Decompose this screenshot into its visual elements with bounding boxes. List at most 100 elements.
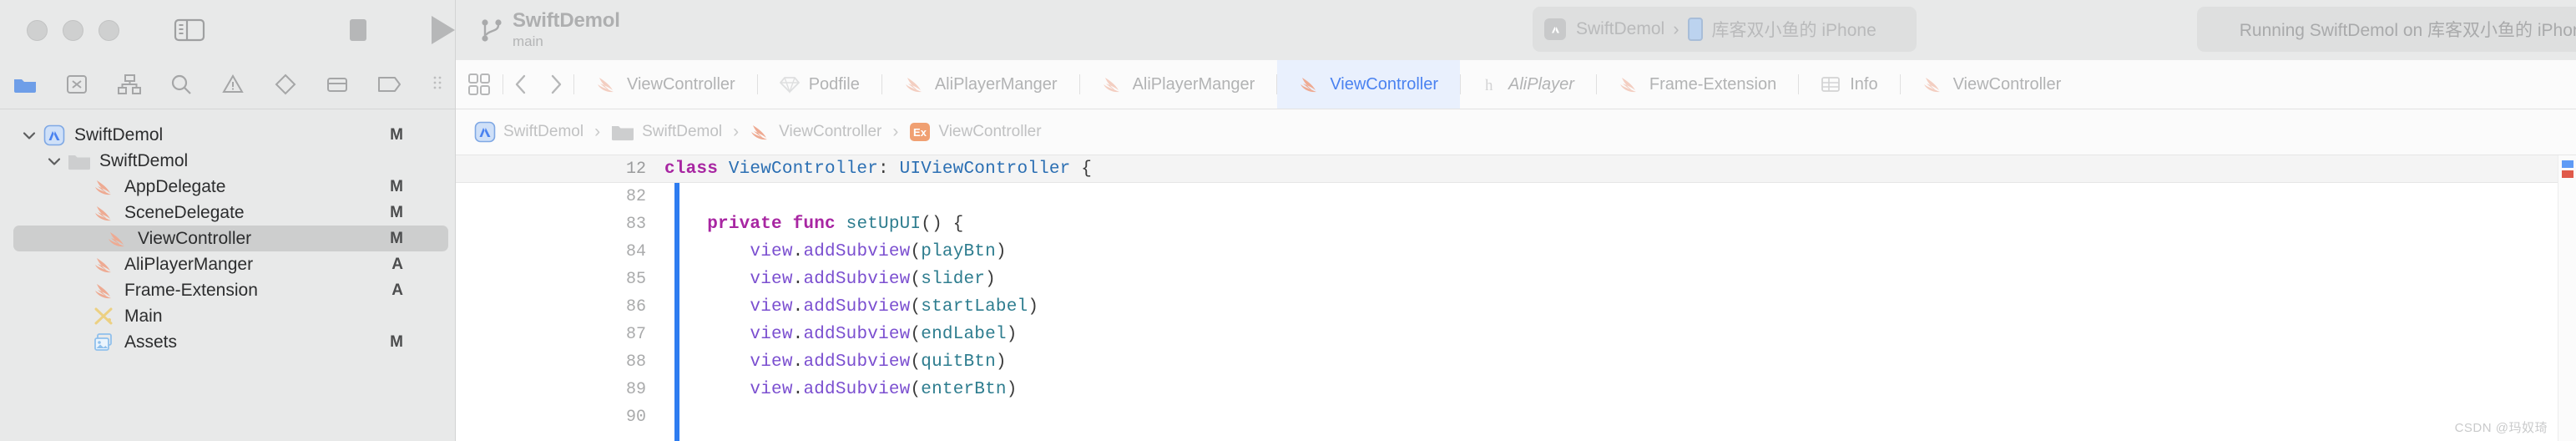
disclosure-triangle-icon[interactable] bbox=[43, 155, 65, 167]
activity-status-bar[interactable]: Running SwiftDemol on 库客双小鱼的 iPhone bbox=[2197, 7, 2576, 52]
editor-tab-aliplayer[interactable]: h AliPlayer bbox=[1461, 60, 1596, 109]
code-line[interactable]: 88 view.addSubview(quitBtn) bbox=[456, 348, 2576, 376]
navigator-item-swiftdemol[interactable]: SwiftDemol bbox=[0, 148, 455, 174]
code-line[interactable]: 87 view.addSubview(endLabel) bbox=[456, 321, 2576, 348]
breadcrumb-item[interactable]: SwiftDemol bbox=[474, 121, 583, 143]
folder-icon[interactable] bbox=[12, 70, 38, 99]
stop-button[interactable] bbox=[350, 19, 366, 41]
warning-triangle-icon[interactable] bbox=[220, 70, 246, 99]
editor-tab-aliplayermanger[interactable]: AliPlayerManger bbox=[882, 60, 1079, 109]
test-diamond-icon[interactable] bbox=[272, 70, 299, 99]
line-number[interactable]: 86 bbox=[456, 297, 664, 317]
pinned-context-line: 12 class ViewController: UIViewControlle… bbox=[456, 155, 2576, 183]
editor-tab-viewcontroller[interactable]: ViewController bbox=[574, 60, 757, 109]
editor-tab-viewcontroller[interactable]: ViewController bbox=[1901, 60, 2084, 109]
rail-marker-blue bbox=[2562, 160, 2573, 168]
editor-layout-icon[interactable] bbox=[456, 60, 503, 109]
line-number[interactable]: 84 bbox=[456, 242, 664, 261]
swift-file-icon bbox=[596, 74, 618, 94]
line-number[interactable]: 83 bbox=[456, 215, 664, 234]
sidebar-toggle-icon[interactable] bbox=[173, 16, 206, 44]
editor-tabs[interactable]: ViewController Podfile AliPlayerManger AliP… bbox=[574, 60, 2576, 109]
chevron-right-icon[interactable] bbox=[538, 74, 573, 95]
code-token: view bbox=[750, 352, 793, 372]
toolbar: SwiftDemol main SwiftDemol › 库客双小鱼的 iPho… bbox=[0, 0, 2576, 60]
code-line-text: view.addSubview(quitBtn) bbox=[664, 352, 1007, 372]
navigator-item-frame-extension[interactable]: Frame-Extension A bbox=[0, 277, 455, 303]
code-line[interactable]: 85 view.addSubview(slider) bbox=[456, 266, 2576, 293]
code-token: playBtn bbox=[921, 242, 996, 261]
window-traffic-lights[interactable] bbox=[27, 19, 119, 41]
breadcrumb-item[interactable]: ViewController bbox=[750, 122, 881, 142]
debug-icon[interactable] bbox=[324, 70, 351, 99]
code-token: ) bbox=[1028, 297, 1039, 317]
svg-text:Ex: Ex bbox=[913, 126, 927, 139]
line-number[interactable]: 82 bbox=[456, 187, 664, 206]
source-control-branch-icon bbox=[479, 16, 504, 44]
editor-tab-viewcontroller[interactable]: ViewController bbox=[1277, 60, 1460, 109]
code-line[interactable]: 86 view.addSubview(startLabel) bbox=[456, 293, 2576, 321]
minimize-button[interactable] bbox=[63, 19, 83, 41]
navigator-item-swiftdemol[interactable]: SwiftDemol M bbox=[0, 122, 455, 148]
navigator-item-label: AppDelegate bbox=[124, 176, 226, 196]
editor-minimap-rail[interactable] bbox=[2558, 155, 2576, 441]
chevron-left-icon[interactable] bbox=[503, 74, 538, 95]
symbol-hierarchy-icon[interactable] bbox=[116, 70, 143, 99]
code-lines[interactable]: 82 83 private func setUpUI() {84 view.add… bbox=[456, 183, 2576, 431]
editor-tab-frame-extension[interactable]: Frame-Extension bbox=[1597, 60, 1798, 109]
code-editor[interactable]: 12 class ViewController: UIViewControlle… bbox=[456, 155, 2576, 441]
search-icon[interactable] bbox=[168, 70, 194, 99]
report-icon[interactable] bbox=[428, 70, 455, 99]
code-line[interactable]: 84 view.addSubview(playBtn) bbox=[456, 238, 2576, 266]
code-token: class bbox=[664, 159, 729, 179]
navigator-item-main[interactable]: Main bbox=[0, 303, 455, 329]
code-token: ( bbox=[910, 325, 922, 344]
editor-tab-info[interactable]: Info bbox=[1799, 60, 1899, 109]
breakpoint-icon[interactable] bbox=[376, 70, 402, 99]
code-line[interactable]: 90 bbox=[456, 403, 2576, 431]
jump-bar-breadcrumb[interactable]: SwiftDemol › SwiftDemol › ViewController › Ex V… bbox=[456, 109, 2576, 155]
code-line[interactable]: 82 bbox=[456, 183, 2576, 210]
swift-file-icon bbox=[92, 255, 117, 275]
code-line[interactable]: 83 private func setUpUI() { bbox=[456, 210, 2576, 238]
app-project-icon bbox=[43, 124, 65, 146]
code-token: ViewController bbox=[728, 159, 879, 179]
code-token: ) bbox=[985, 270, 996, 289]
scheme-name: SwiftDemol bbox=[1576, 19, 1665, 38]
close-button[interactable] bbox=[27, 19, 48, 41]
navigator-item-scenedelegate[interactable]: SceneDelegate M bbox=[0, 200, 455, 226]
line-number[interactable]: 89 bbox=[456, 380, 664, 399]
line-number[interactable]: 88 bbox=[456, 352, 664, 372]
source-control-icon[interactable] bbox=[63, 70, 90, 99]
editor-tab-label: ViewController bbox=[1952, 74, 2062, 94]
line-number[interactable]: 85 bbox=[456, 270, 664, 289]
navigator-item-viewcontroller[interactable]: ViewController M bbox=[13, 226, 448, 251]
code-token: view bbox=[750, 270, 793, 289]
code-line[interactable]: 89 view.addSubview(enterBtn) bbox=[456, 376, 2576, 403]
editor-tab-podfile[interactable]: Podfile bbox=[758, 60, 881, 109]
zoom-button[interactable] bbox=[98, 19, 119, 41]
scheme-destination-selector[interactable]: SwiftDemol › 库客双小鱼的 iPhone bbox=[1533, 7, 1917, 52]
run-button[interactable] bbox=[432, 16, 455, 44]
navigator-item-label: Frame-Extension bbox=[124, 280, 258, 300]
project-branch-block[interactable]: SwiftDemol main bbox=[479, 9, 620, 50]
app-project-icon bbox=[42, 124, 67, 146]
breadcrumb-item[interactable]: Ex ViewController bbox=[909, 121, 1042, 143]
breadcrumb-item[interactable]: SwiftDemol bbox=[611, 123, 722, 141]
navigator-item-appdelegate[interactable]: AppDelegate M bbox=[0, 174, 455, 200]
disclosure-triangle-icon[interactable] bbox=[18, 129, 40, 141]
line-number[interactable]: 90 bbox=[456, 408, 664, 427]
editor-tab-bar[interactable]: ViewController Podfile AliPlayerManger AliP… bbox=[456, 60, 2576, 109]
editor-history-nav[interactable] bbox=[503, 60, 573, 109]
status-text: Running SwiftDemol on 库客双小鱼的 iPhone bbox=[2239, 21, 2576, 40]
code-token: setUpUI bbox=[846, 215, 922, 234]
navigator-item-assets[interactable]: Assets M bbox=[0, 329, 455, 355]
navigator-item-aliplayermanger[interactable]: AliPlayerManger A bbox=[0, 251, 455, 277]
project-navigator-list[interactable]: SwiftDemol M SwiftDemol AppDelegate M SceneDe… bbox=[0, 109, 455, 441]
editor-tab-aliplayermanger[interactable]: AliPlayerManger bbox=[1080, 60, 1277, 109]
assets-icon bbox=[93, 332, 115, 352]
line-number[interactable]: 87 bbox=[456, 325, 664, 344]
branch-name: main bbox=[513, 33, 543, 50]
app-project-icon bbox=[474, 121, 496, 143]
